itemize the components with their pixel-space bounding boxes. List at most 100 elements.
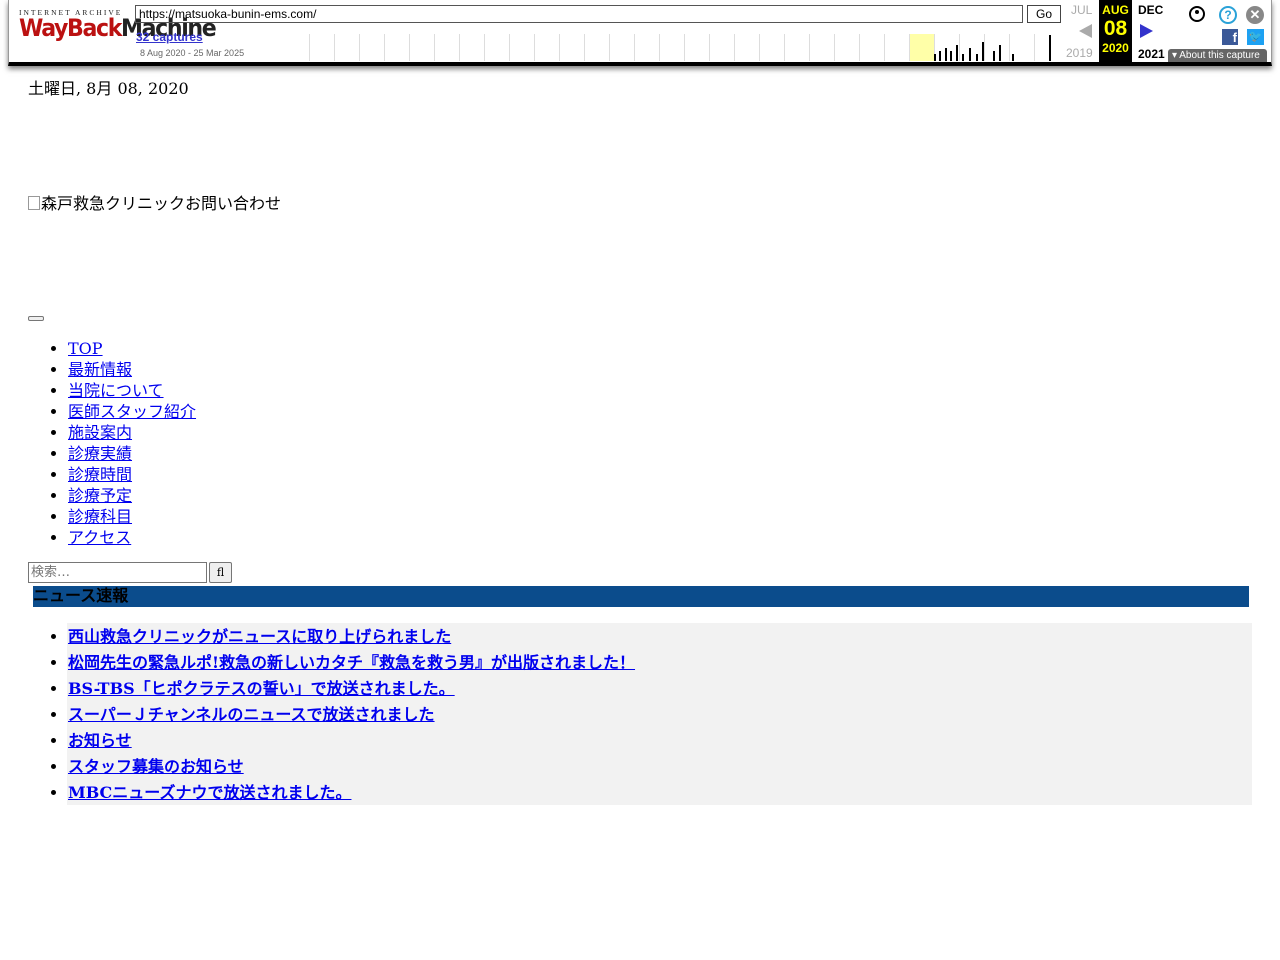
twitter-icon[interactable]: 🐦	[1247, 29, 1264, 45]
nav-link[interactable]: 診療時間	[68, 465, 132, 484]
sparkline-month-column	[584, 34, 610, 61]
news-link[interactable]: BS-TBS「ヒポクラテスの誓い」で放送されました。	[68, 679, 455, 698]
nav-item: 施設案内	[68, 422, 196, 443]
nav-item: 診療時間	[68, 464, 196, 485]
sparkline-month-column	[434, 34, 460, 61]
wayback-logo[interactable]: INTERNET ARCHIVE WayBackMachine	[19, 8, 217, 52]
nav-item: TOP	[68, 338, 196, 359]
sparkline-bar	[982, 42, 984, 61]
sparkline-month-column	[459, 34, 485, 61]
main-nav: TOP 最新情報当院について医師スタッフ紹介施設案内診療実績診療時間診療予定診療科…	[28, 338, 196, 548]
about-capture-label: About this capture	[1179, 50, 1260, 61]
sparkline-bar	[1049, 35, 1051, 61]
sparkline-month-column	[309, 34, 335, 61]
capture-sparkline[interactable]	[309, 34, 1061, 61]
about-capture-button[interactable]: ▾ About this capture	[1168, 49, 1267, 62]
sparkline-bar	[939, 51, 941, 61]
news-link[interactable]: 西山救急クリニックがニュースに取り上げられました	[68, 627, 451, 646]
nav-item: 診療科目	[68, 506, 196, 527]
sparkline-month-column	[409, 34, 435, 61]
sparkline-month-column	[984, 34, 1010, 61]
nav-link[interactable]: 最新情報	[68, 360, 132, 379]
sparkline-month-column	[759, 34, 785, 61]
sparkline-month-column	[709, 34, 735, 61]
sparkline-month-column	[884, 34, 910, 61]
current-year: 2020	[1102, 41, 1129, 55]
news-item: お知らせ	[68, 731, 635, 757]
sparkline-month-column	[484, 34, 510, 61]
close-icon[interactable]: ✕	[1246, 6, 1264, 24]
nav-link[interactable]: 当院について	[68, 381, 164, 400]
current-capture-date: AUG 08 2020	[1099, 0, 1132, 62]
nav-item: 当院について	[68, 380, 196, 401]
nav-link[interactable]: 施設案内	[68, 423, 132, 442]
sparkline-month-column	[509, 34, 535, 61]
nav-link[interactable]: 診療実績	[68, 444, 132, 463]
sparkline-bar	[962, 54, 964, 61]
news-link[interactable]: お知らせ	[68, 731, 132, 750]
sparkline-bar	[976, 54, 978, 61]
nav-link[interactable]: 診療科目	[68, 507, 132, 526]
next-month-link[interactable]: DEC	[1138, 3, 1163, 17]
nav-item: 診療実績	[68, 443, 196, 464]
sparkline-bar	[993, 51, 995, 61]
wayback-url-input[interactable]: https://matsuoka-bunin-ems.com/	[135, 5, 1023, 23]
sparkline-bar	[934, 54, 936, 61]
nav-item: 医師スタッフ紹介	[68, 401, 196, 422]
nav-link[interactable]: 医師スタッフ紹介	[68, 402, 196, 421]
captures-link[interactable]: 32 captures	[136, 30, 203, 44]
sparkline-bar	[950, 51, 952, 61]
search-button[interactable]: fl	[209, 562, 232, 583]
prev-month-label: JUL	[1071, 3, 1093, 17]
sparkline-month-column	[384, 34, 410, 61]
search-input[interactable]	[28, 562, 207, 583]
sparkline-month-column	[734, 34, 760, 61]
facebook-icon[interactable]: f	[1222, 29, 1238, 45]
news-link[interactable]: スーパーＪチャンネルのニュースで放送されました	[68, 705, 435, 724]
nav-item: 最新情報	[68, 359, 196, 380]
site-logo-alt: 森戸救急クリニックお問い合わせ	[41, 194, 282, 213]
news-item: 西山救急クリニックがニュースに取り上げられました	[68, 627, 635, 653]
current-month: AUG	[1102, 3, 1129, 17]
logo-wayback-part: WayBack	[19, 14, 122, 42]
sparkline-month-column	[559, 34, 585, 61]
sparkline-bar	[969, 48, 971, 61]
news-item: BS-TBS「ヒポクラテスの誓い」で放送されました。	[68, 679, 635, 705]
site-logo[interactable]: 森戸救急クリニックお問い合わせ	[28, 190, 281, 214]
sparkline-bar	[956, 45, 958, 61]
help-icon[interactable]: ?	[1219, 6, 1237, 24]
prev-year-label: 2019	[1066, 46, 1093, 60]
news-ticker-header: ニュース速報	[33, 586, 1249, 607]
news-link[interactable]: 松岡先生の緊急ルポ!救急の新しいカタチ『救急を救う男』が出版されました！	[68, 653, 635, 672]
broken-image-icon	[28, 196, 40, 210]
menu-toggle-button[interactable]	[28, 316, 44, 321]
sparkline-month-column	[634, 34, 660, 61]
sparkline-current-highlight	[910, 34, 934, 61]
current-date: 土曜日, 8月 08, 2020	[28, 79, 189, 98]
nav-link[interactable]: 診療予定	[68, 486, 132, 505]
nav-link[interactable]: TOP	[68, 339, 103, 358]
sparkline-month-column	[1034, 34, 1060, 61]
news-item: 松岡先生の緊急ルポ!救急の新しいカタチ『救急を救う男』が出版されました！	[68, 653, 635, 679]
wayback-toolbar: INTERNET ARCHIVE WayBackMachine https://…	[8, 0, 1272, 66]
news-link[interactable]: スタッフ募集のお知らせ	[68, 757, 244, 776]
news-list: 西山救急クリニックがニュースに取り上げられました松岡先生の緊急ルポ!救急の新しい…	[28, 627, 635, 809]
nav-item: アクセス	[68, 527, 196, 548]
nav-item: 診療予定	[68, 485, 196, 506]
news-link[interactable]: MBCニューズナウで放送されました。	[68, 783, 351, 802]
news-item: スタッフ募集のお知らせ	[68, 757, 635, 783]
news-item: スーパーＪチャンネルのニュースで放送されました	[68, 705, 635, 731]
user-icon[interactable]	[1189, 6, 1205, 22]
next-arrow-icon[interactable]	[1140, 24, 1153, 38]
sparkline-month-column	[659, 34, 685, 61]
sparkline-month-column	[859, 34, 885, 61]
nav-link[interactable]: アクセス	[68, 528, 131, 547]
sparkline-month-column	[809, 34, 835, 61]
sparkline-month-column	[534, 34, 560, 61]
sparkline-month-column	[334, 34, 360, 61]
capture-range: 8 Aug 2020 - 25 Mar 2025	[140, 48, 245, 58]
sparkline-bar	[999, 45, 1001, 61]
go-button[interactable]: Go	[1027, 5, 1061, 23]
sparkline-month-column	[359, 34, 385, 61]
sparkline-month-column	[609, 34, 635, 61]
